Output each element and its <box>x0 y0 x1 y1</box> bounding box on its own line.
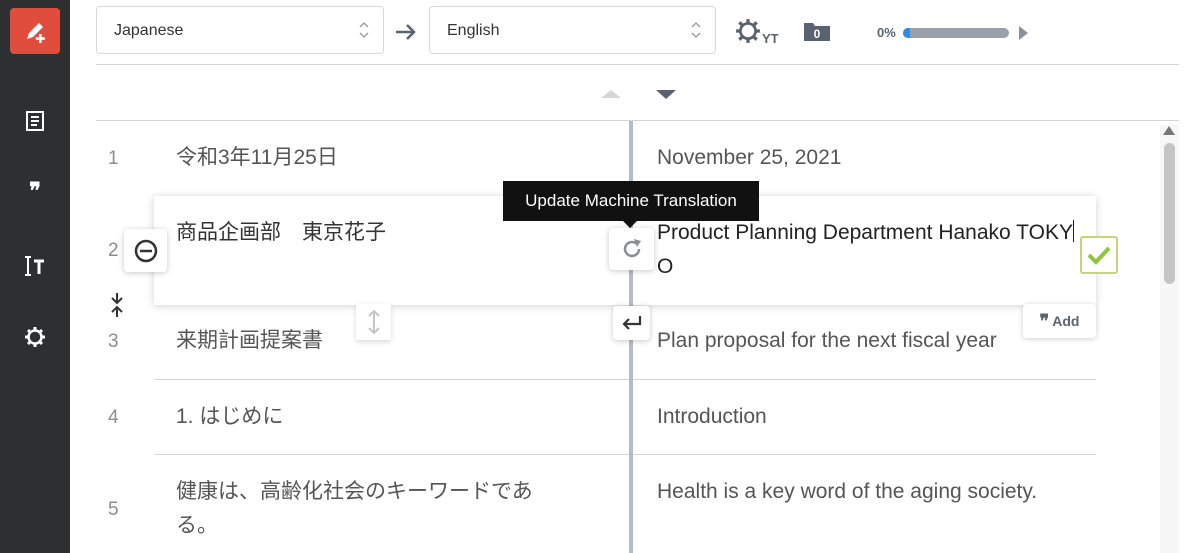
row-divider <box>154 454 1096 455</box>
text-caret <box>1072 220 1074 242</box>
return-icon <box>621 316 641 330</box>
sidebar-item-edit[interactable] <box>10 8 60 54</box>
text-cursor-icon <box>25 256 44 276</box>
row-number: 4 <box>108 407 119 428</box>
folder-icon: 0 <box>804 23 830 41</box>
resize-handle[interactable] <box>356 304 391 340</box>
row-number: 2 <box>108 240 119 261</box>
folder-button[interactable]: 0 <box>803 20 831 47</box>
refresh-icon <box>623 239 641 258</box>
target-segment[interactable]: November 25, 2021 <box>657 141 1077 175</box>
sidebar: ❞ <box>0 0 70 553</box>
sidebar-item-text[interactable] <box>10 243 60 289</box>
source-language-value: Japanese <box>114 22 184 39</box>
folder-count: 0 <box>814 27 821 41</box>
row-number: 1 <box>108 148 119 169</box>
active-source-segment[interactable]: 商品企画部 東京花子 <box>176 216 386 246</box>
scroll-up-icon[interactable] <box>1163 126 1175 135</box>
add-term-button[interactable]: ❞ Add <box>1023 304 1096 338</box>
target-segment[interactable]: Introduction <box>657 400 1077 434</box>
split-segment-button[interactable] <box>613 306 650 340</box>
progress-fill <box>903 28 911 38</box>
gear-icon <box>25 327 45 347</box>
target-segment[interactable]: Plan proposal for the next fiscal year <box>657 324 1077 358</box>
previous-segment-icon[interactable] <box>601 90 621 98</box>
document-icon <box>26 111 44 131</box>
row-number: 3 <box>108 331 119 352</box>
progress-bar <box>903 28 1009 38</box>
toolbar-divider <box>96 64 1179 65</box>
source-language-select[interactable]: Japanese <box>96 6 384 54</box>
target-language-select[interactable]: English <box>429 6 716 54</box>
pen-plus-icon <box>27 23 45 43</box>
source-segment[interactable]: 1. はじめに <box>176 400 576 434</box>
scrollbar-thumb[interactable] <box>1164 143 1175 284</box>
select-chevron-icon <box>359 22 369 38</box>
arrow-right-icon <box>396 24 416 40</box>
settings-gear-icon[interactable] <box>735 18 761 44</box>
quote-icon: ❞ <box>1039 310 1050 331</box>
sidebar-item-settings[interactable] <box>10 314 60 360</box>
confirm-segment-button[interactable] <box>1080 236 1118 274</box>
target-segment[interactable]: Health is a key word of the aging societ… <box>657 475 1077 509</box>
row-divider <box>154 379 1096 380</box>
source-segment[interactable]: 令和3年11月25日 <box>176 141 576 175</box>
target-text-tail: O <box>657 255 674 278</box>
source-segment[interactable]: 健康は、高齢化社会のキーワードである。 <box>176 475 566 543</box>
progress-label: 0% <box>877 25 896 40</box>
sidebar-item-glossary[interactable]: ❞ <box>10 168 60 214</box>
play-icon[interactable] <box>1019 26 1028 40</box>
sidebar-item-documents[interactable] <box>10 98 60 144</box>
gear-label: YT <box>762 31 779 46</box>
tooltip: Update Machine Translation <box>503 181 759 221</box>
remove-segment-button[interactable] <box>124 229 167 272</box>
add-term-label: Add <box>1052 313 1080 329</box>
row-number: 5 <box>108 499 119 520</box>
target-language-value: English <box>447 22 500 39</box>
check-icon <box>1087 246 1111 265</box>
minus-circle-icon <box>134 239 157 262</box>
header-divider <box>96 120 1179 121</box>
merge-rows-icon[interactable] <box>109 292 125 318</box>
vertical-resize-icon <box>367 309 380 335</box>
next-segment-icon[interactable] <box>656 90 676 99</box>
target-text: Product Planning Department Hanako TOKY <box>657 221 1073 244</box>
update-machine-translation-button[interactable] <box>609 228 654 270</box>
select-chevron-icon <box>691 22 701 38</box>
tooltip-arrow <box>623 221 637 228</box>
quote-icon: ❞ <box>29 178 41 203</box>
active-target-editor[interactable]: Product Planning Department Hanako TOKY O <box>657 216 1077 284</box>
